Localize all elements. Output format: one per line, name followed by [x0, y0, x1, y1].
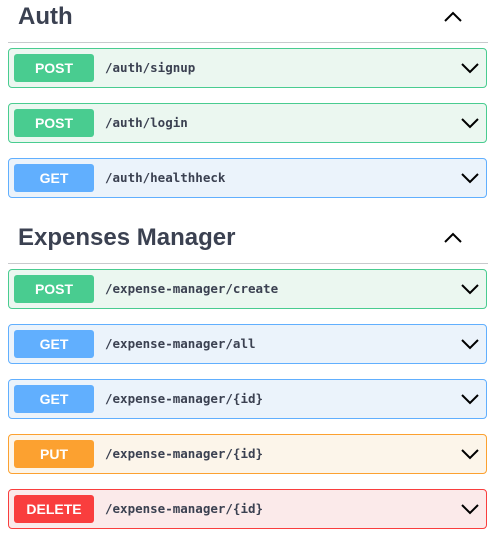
operation-post-expense-create[interactable]: POST /expense-manager/create [8, 269, 487, 309]
operation-post-auth-signup[interactable]: POST /auth/signup [8, 48, 487, 88]
method-badge: POST [14, 54, 94, 82]
operation-path: /expense-manager/create [105, 281, 279, 296]
chevron-down-icon[interactable] [460, 61, 480, 75]
tag-header-expenses-manager[interactable]: Expenses Manager [8, 221, 488, 264]
method-badge: POST [14, 275, 94, 303]
method-badge: DELETE [14, 495, 94, 523]
operation-post-auth-login[interactable]: POST /auth/login [8, 103, 487, 143]
tag-title: Expenses Manager [18, 224, 236, 251]
operation-path: /auth/healthheck [105, 170, 226, 185]
operation-put-expense-by-id[interactable]: PUT /expense-manager/{id} [8, 434, 487, 474]
chevron-down-icon[interactable] [460, 392, 480, 406]
method-badge: GET [14, 164, 94, 192]
operation-path: /auth/signup [105, 60, 196, 75]
operation-path: /expense-manager/{id} [105, 501, 264, 516]
tag-header-auth[interactable]: Auth [8, 0, 488, 43]
chevron-up-icon[interactable] [442, 229, 464, 247]
chevron-down-icon[interactable] [460, 282, 480, 296]
operation-path: /expense-manager/{id} [105, 446, 264, 461]
chevron-down-icon[interactable] [460, 171, 480, 185]
operation-path: /auth/login [105, 115, 188, 130]
method-badge: POST [14, 109, 94, 137]
chevron-down-icon[interactable] [460, 337, 480, 351]
operation-path: /expense-manager/all [105, 336, 256, 351]
method-badge: PUT [14, 440, 94, 468]
tag-section-expenses-manager: Expenses Manager [0, 221, 498, 264]
operation-get-auth-healthheck[interactable]: GET /auth/healthheck [8, 158, 487, 198]
operation-get-expense-all[interactable]: GET /expense-manager/all [8, 324, 487, 364]
swagger-operations-page: Auth POST /auth/signup POST /auth/login … [0, 0, 498, 541]
tag-title: Auth [18, 3, 73, 30]
operation-delete-expense-by-id[interactable]: DELETE /expense-manager/{id} [8, 489, 487, 529]
operation-get-expense-by-id[interactable]: GET /expense-manager/{id} [8, 379, 487, 419]
operation-path: /expense-manager/{id} [105, 391, 264, 406]
tag-section-auth: Auth [0, 0, 498, 43]
chevron-down-icon[interactable] [460, 502, 480, 516]
chevron-down-icon[interactable] [460, 447, 480, 461]
chevron-down-icon[interactable] [460, 116, 480, 130]
method-badge: GET [14, 330, 94, 358]
chevron-up-icon[interactable] [442, 8, 464, 26]
method-badge: GET [14, 385, 94, 413]
